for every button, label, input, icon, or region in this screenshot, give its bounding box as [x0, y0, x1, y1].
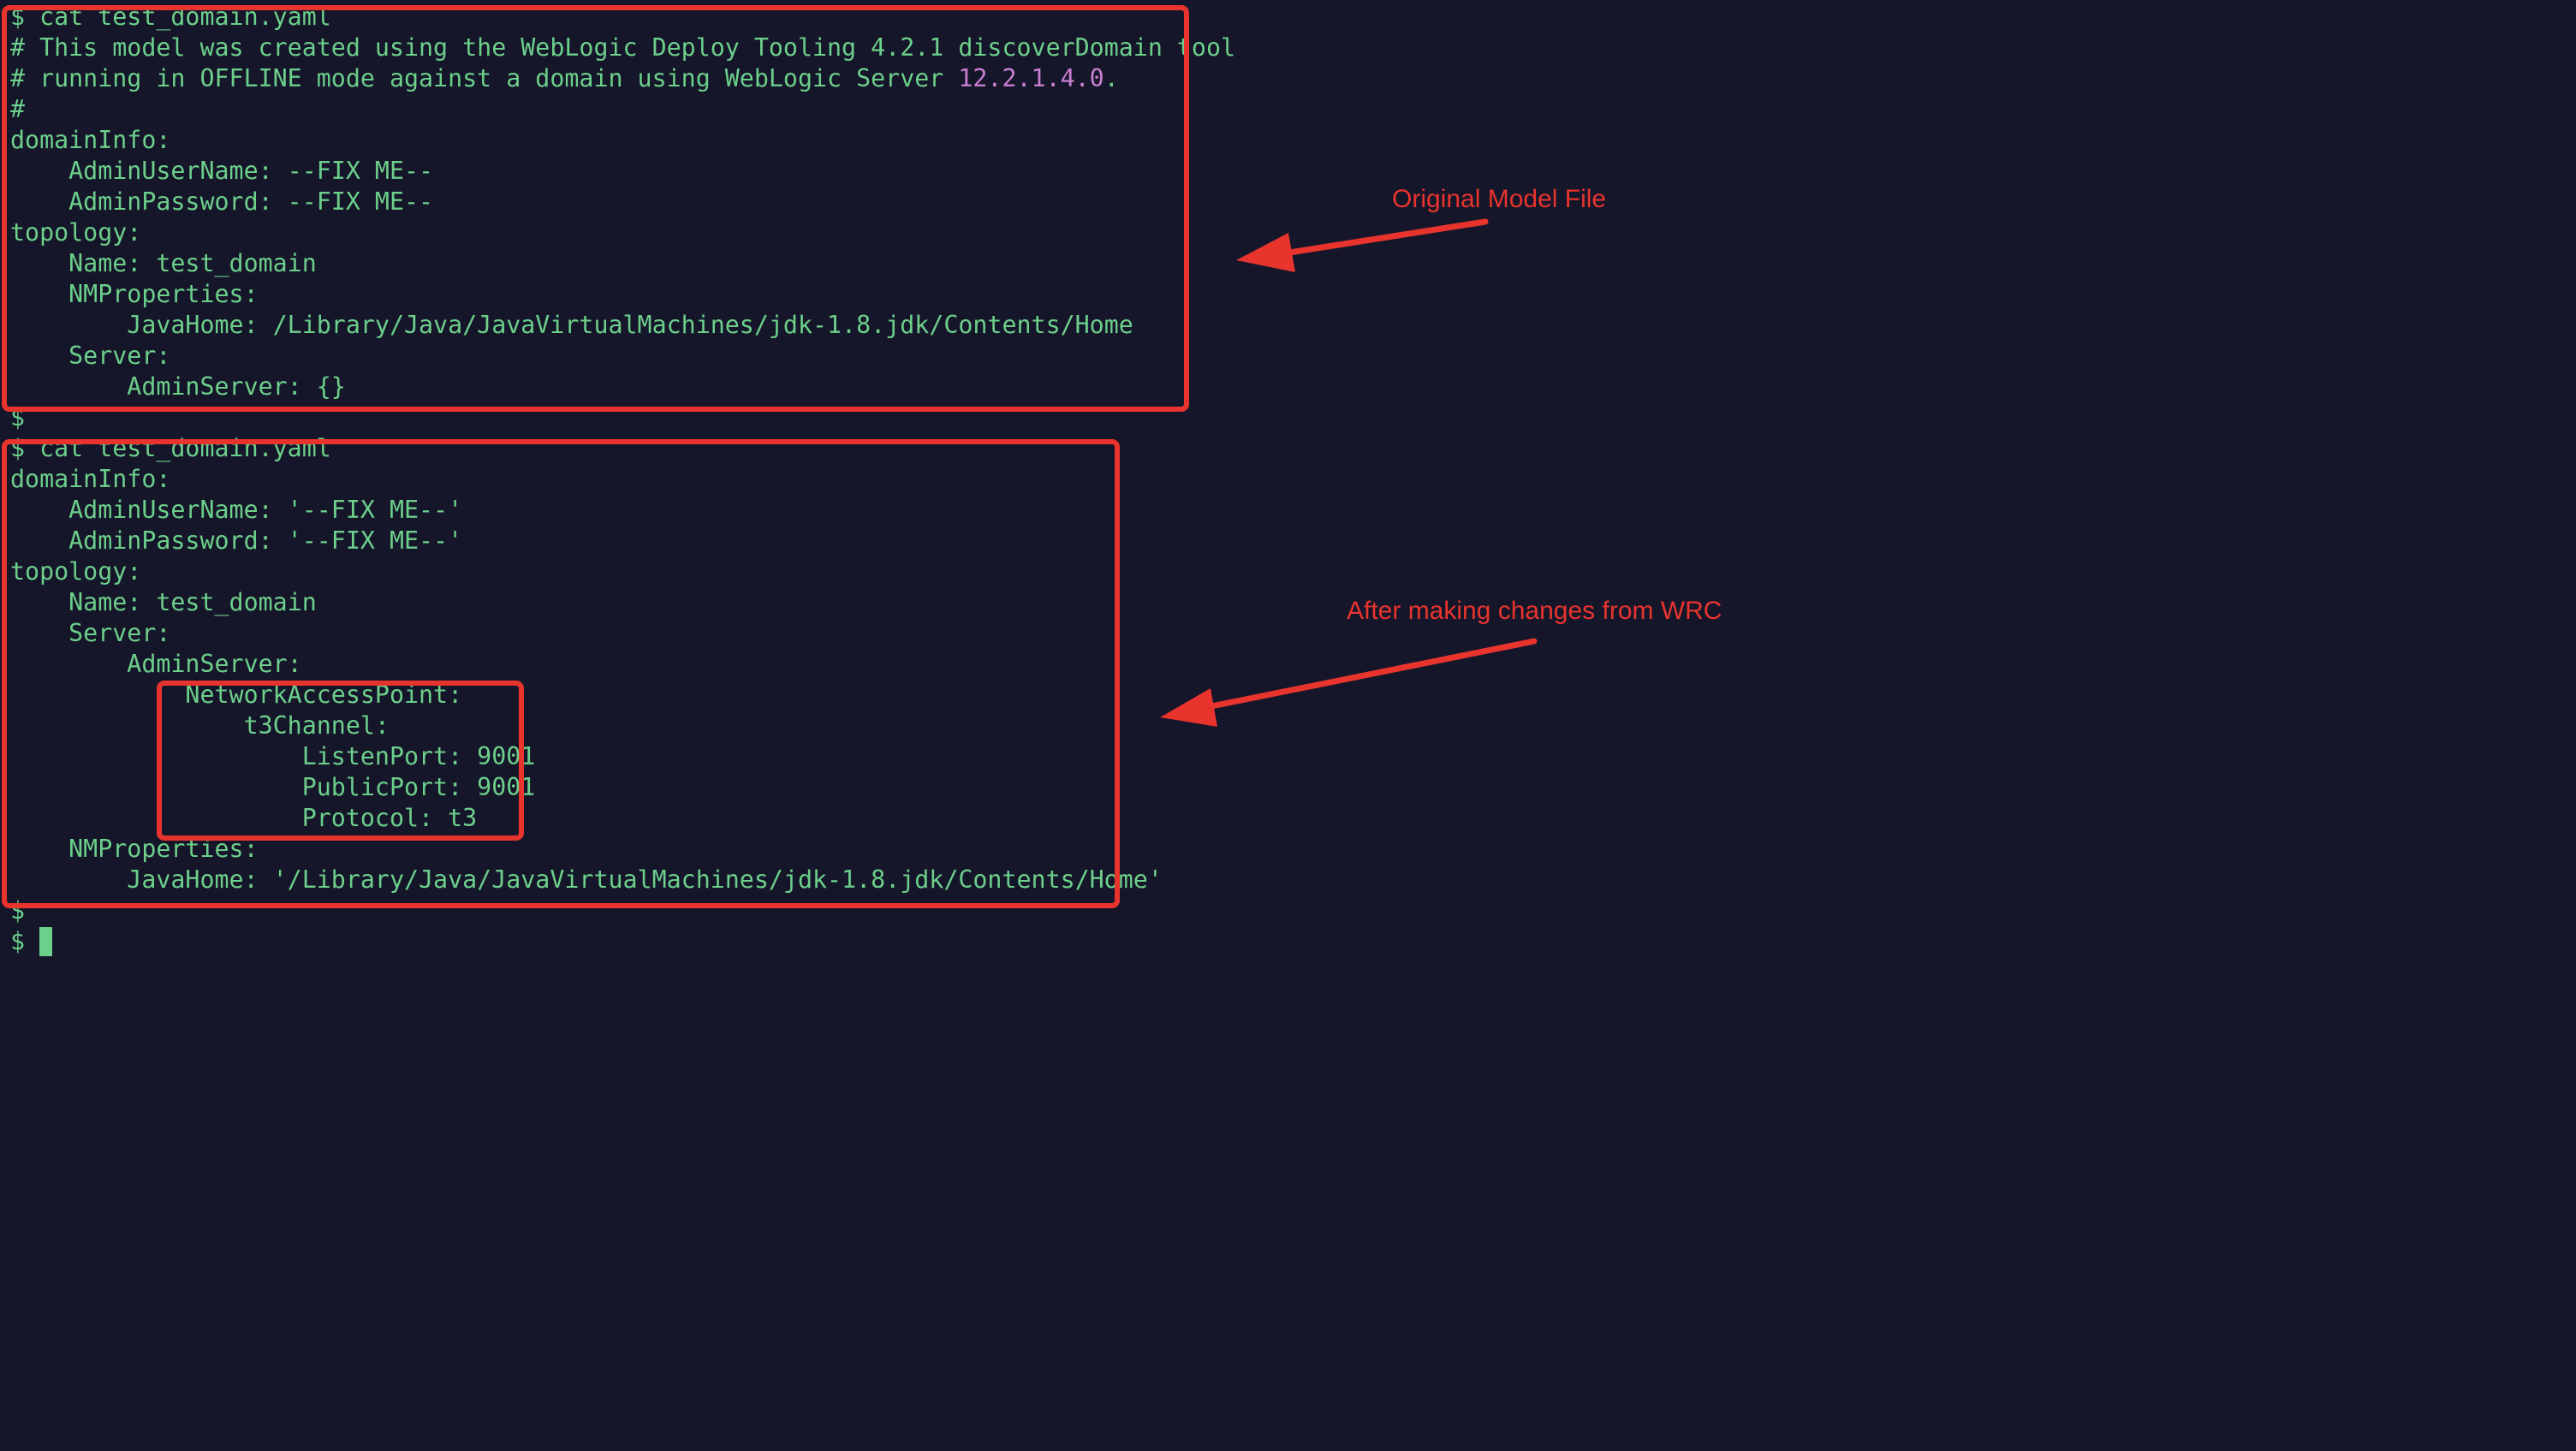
- arrow-to-original-icon: [1236, 218, 1489, 272]
- arrow-to-modified-icon: [1160, 638, 1538, 727]
- annotation-arrows: [1160, 218, 1538, 727]
